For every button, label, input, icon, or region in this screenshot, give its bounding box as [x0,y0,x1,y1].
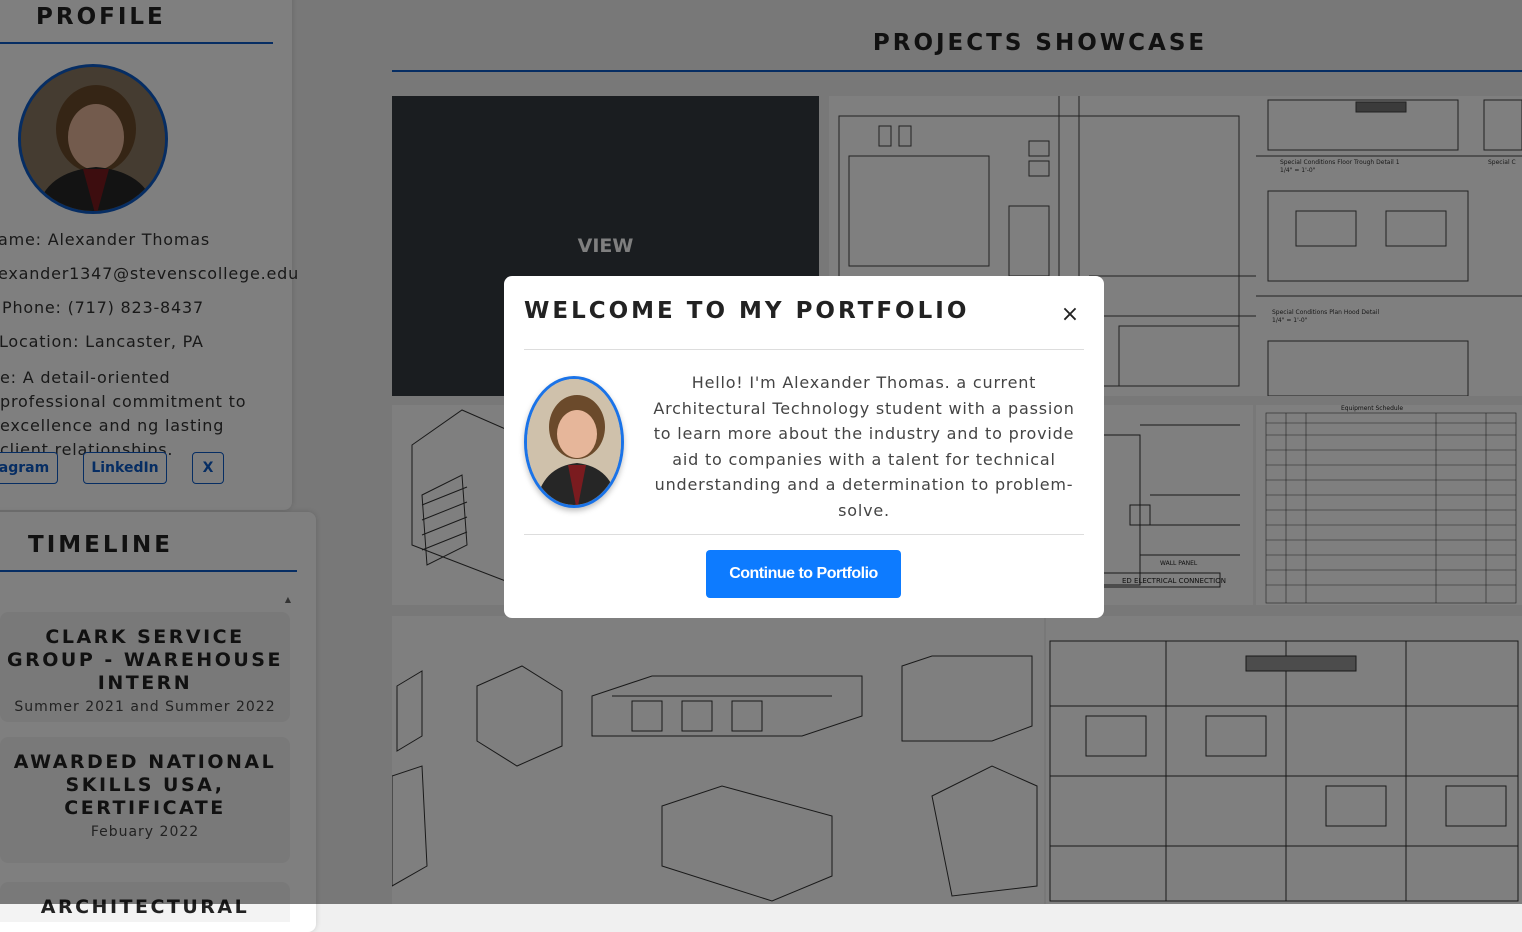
continue-to-portfolio-button[interactable]: Continue to Portfolio [706,550,901,598]
welcome-modal: WELCOME TO MY PORTFOLIO × Hello! I'm Ale… [504,276,1104,618]
modal-header-divider [524,349,1084,350]
person-photo-icon [527,379,621,505]
modal-avatar [524,376,624,508]
close-icon[interactable]: × [1058,303,1082,327]
modal-title: WELCOME TO MY PORTFOLIO [524,298,970,324]
modal-footer-divider [524,534,1084,535]
modal-message: Hello! I'm Alexander Thomas. a current A… [653,373,1075,520]
